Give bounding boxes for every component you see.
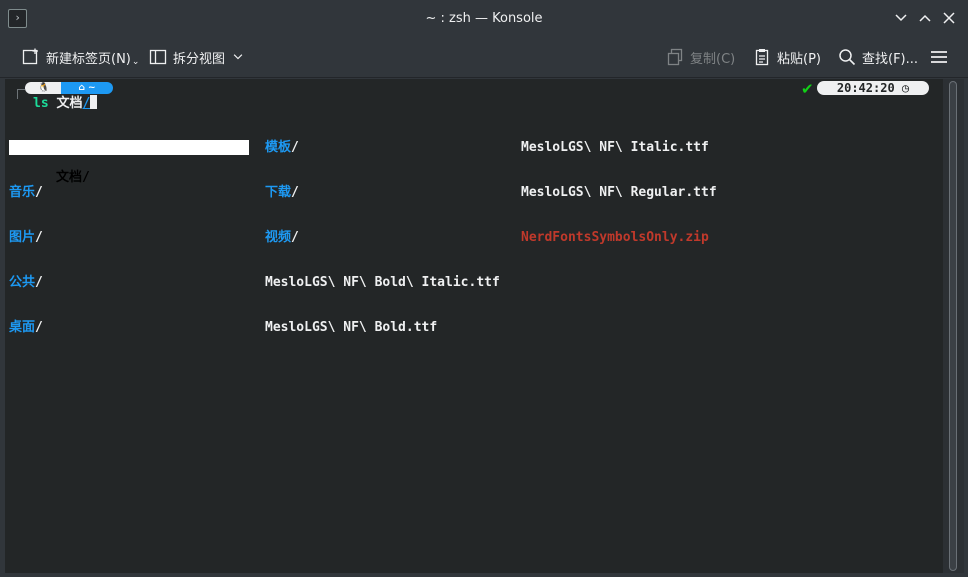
listing-column-2: 模板/ 下载/ 视频/ MesloLGS\ NF\ Bold\ Italic.t… <box>265 110 500 365</box>
list-item[interactable]: 公共/ <box>9 275 90 290</box>
dir-slash: / <box>291 140 299 155</box>
listing-column-3: MesloLGS\ NF\ Italic.ttf MesloLGS\ NF\ R… <box>521 110 717 275</box>
paste-button[interactable]: 粘贴(P) <box>753 46 821 68</box>
prompt-dir-segment: ⌂ ~ <box>61 82 113 94</box>
dir-slash: / <box>35 230 43 245</box>
chevron-down-icon <box>233 54 243 60</box>
dir-name: 模板 <box>265 140 292 155</box>
new-tab-label: 新建标签页(N) <box>46 51 131 67</box>
search-icon <box>839 49 856 66</box>
list-item[interactable]: MesloLGS\ NF\ Bold\ Italic.ttf <box>265 275 500 290</box>
close-button[interactable] <box>940 9 958 27</box>
maximize-button[interactable] <box>916 9 934 27</box>
command-argument: 文档 <box>56 96 83 111</box>
list-item[interactable]: 下载/ <box>265 185 500 200</box>
dir-slash: / <box>35 275 43 290</box>
new-tab-button[interactable]: 新建标签页(N) ⌄ <box>22 46 139 68</box>
dir-name: 音乐 <box>9 185 36 200</box>
list-item[interactable]: 桌面/ <box>9 320 90 335</box>
copy-button[interactable]: 复制(C) <box>666 46 735 68</box>
title-bar: › ~ : zsh — Konsole <box>0 0 968 36</box>
paste-icon <box>755 49 769 66</box>
split-view-label: 拆分视图 <box>173 51 226 67</box>
selection-highlight <box>9 140 249 155</box>
find-button[interactable]: 查找(F)... <box>838 46 918 68</box>
list-item[interactable]: 音乐/ <box>9 185 90 200</box>
dir-name: 图片 <box>9 230 36 245</box>
paste-label: 粘贴(P) <box>777 51 821 67</box>
split-view-icon <box>149 49 167 65</box>
terminal-scrollbar[interactable] <box>943 79 964 573</box>
dir-slash: / <box>291 185 299 200</box>
list-item[interactable]: MesloLGS\ NF\ Italic.ttf <box>521 140 717 155</box>
file-name: MesloLGS\ NF\ Bold\ Italic.ttf <box>265 275 500 290</box>
dir-name: 视频 <box>265 230 292 245</box>
list-item[interactable]: 文档/ <box>9 140 249 185</box>
list-item[interactable]: 图片/ <box>9 230 90 245</box>
dir-slash: / <box>35 320 43 335</box>
chevron-down-icon <box>895 14 907 22</box>
dir-slash: / <box>81 170 90 185</box>
dir-slash: / <box>35 185 43 200</box>
file-name: MesloLGS\ NF\ Bold.ttf <box>265 320 438 335</box>
list-item[interactable]: 视频/ <box>265 230 500 245</box>
close-icon <box>943 12 955 24</box>
prompt-line: ls 文档/ <box>33 95 98 111</box>
status-success-icon: ✔ <box>801 80 814 98</box>
list-item[interactable]: 模板/ <box>265 140 500 155</box>
list-item[interactable]: NerdFontsSymbolsOnly.zip <box>521 230 717 245</box>
copy-icon <box>667 48 683 66</box>
text-cursor <box>90 95 98 109</box>
command-text: ls <box>33 96 49 111</box>
new-tab-icon <box>22 48 38 65</box>
file-name: MesloLGS\ NF\ Regular.ttf <box>521 185 717 200</box>
prompt-connector <box>17 89 25 99</box>
command-argument-suffix: / <box>82 96 91 111</box>
home-icon: ⌂ ~ <box>78 83 96 93</box>
os-icon: 🐧 <box>38 83 50 93</box>
find-label: 查找(F)... <box>862 51 919 67</box>
hamburger-menu-icon <box>931 51 947 63</box>
file-name: MesloLGS\ NF\ Italic.ttf <box>521 140 709 155</box>
dir-name: 文档 <box>55 170 82 185</box>
main-menu-button[interactable] <box>930 46 948 68</box>
dir-name: 公共 <box>9 275 36 290</box>
prompt-time: 20:42:20 ◷ <box>817 81 929 95</box>
prompt-os-segment: 🐧 <box>25 82 63 94</box>
scrollbar-thumb[interactable] <box>949 81 957 571</box>
toolbar: 新建标签页(N) ⌄ 拆分视图 复制(C) 粘贴(P) 查找(F)... <box>0 36 968 78</box>
minimize-button[interactable] <box>892 9 910 27</box>
chevron-up-icon <box>919 14 931 22</box>
list-item[interactable]: MesloLGS\ NF\ Regular.ttf <box>521 185 717 200</box>
dir-name: 桌面 <box>9 320 36 335</box>
listing-column-1: 文档/ 音乐/ 图片/ 公共/ 桌面/ <box>9 110 249 365</box>
archive-file-name: NerdFontsSymbolsOnly.zip <box>521 230 709 245</box>
terminal-view[interactable]: 🐧 ⌂ ~ ls 文档/ ✔ 20:42:20 ◷ 文档/ 音乐/ 图片/ 公共… <box>5 79 943 573</box>
copy-label: 复制(C) <box>690 51 736 67</box>
dropdown-indicator-icon: ⌄ <box>131 57 140 67</box>
dir-name: 下载 <box>265 185 292 200</box>
split-view-button[interactable]: 拆分视图 <box>149 46 245 68</box>
dir-slash: / <box>291 230 299 245</box>
list-item[interactable]: MesloLGS\ NF\ Bold.ttf <box>265 320 500 335</box>
window-title: ~ : zsh — Konsole <box>425 11 543 26</box>
